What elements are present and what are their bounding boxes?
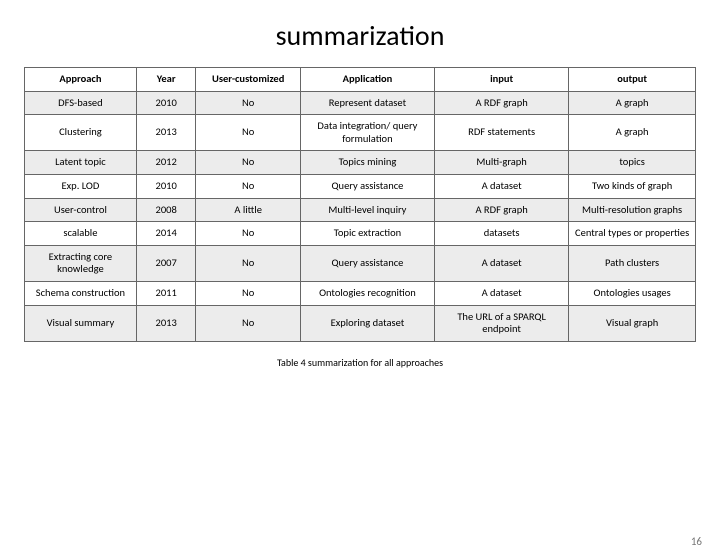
table-cell: Central types or properties xyxy=(569,222,696,246)
table-header-row: Approach Year User-customized Applicatio… xyxy=(25,68,696,92)
summarization-table: Approach Year User-customized Applicatio… xyxy=(24,67,696,342)
table-cell: A dataset xyxy=(435,245,569,281)
table-cell: Extracting core knowledge xyxy=(25,245,137,281)
table-cell: 2010 xyxy=(136,91,196,115)
table-container: Approach Year User-customized Applicatio… xyxy=(24,67,696,342)
header-application: Application xyxy=(300,68,434,92)
table-cell: No xyxy=(196,151,300,175)
table-cell: RDF statements xyxy=(435,115,569,151)
table-cell: 2008 xyxy=(136,198,196,222)
table-cell: No xyxy=(196,245,300,281)
page-number: 16 xyxy=(691,535,702,548)
table-cell: Visual summary xyxy=(25,305,137,341)
table-cell: The URL of a SPARQL endpoint xyxy=(435,305,569,341)
table-cell: No xyxy=(196,222,300,246)
table-caption: Table 4 summarization for all approaches xyxy=(0,356,720,369)
table-cell: A graph xyxy=(569,91,696,115)
table-cell: topics xyxy=(569,151,696,175)
table-cell: No xyxy=(196,305,300,341)
table-cell: 2012 xyxy=(136,151,196,175)
table-cell: Topics mining xyxy=(300,151,434,175)
header-approach: Approach xyxy=(25,68,137,92)
table-row: Visual summary2013NoExploring datasetThe… xyxy=(25,305,696,341)
table-cell: 2013 xyxy=(136,305,196,341)
table-row: Latent topic2012NoTopics miningMulti-gra… xyxy=(25,151,696,175)
table-cell: Ontologies recognition xyxy=(300,281,434,305)
table-cell: Ontologies usages xyxy=(569,281,696,305)
table-cell: Multi-resolution graphs xyxy=(569,198,696,222)
header-year: Year xyxy=(136,68,196,92)
table-cell: A RDF graph xyxy=(435,91,569,115)
table-cell: Represent dataset xyxy=(300,91,434,115)
table-cell: 2014 xyxy=(136,222,196,246)
table-cell: scalable xyxy=(25,222,137,246)
table-row: DFS-based2010NoRepresent datasetA RDF gr… xyxy=(25,91,696,115)
table-cell: Latent topic xyxy=(25,151,137,175)
table-cell: No xyxy=(196,91,300,115)
table-cell: Clustering xyxy=(25,115,137,151)
table-cell: datasets xyxy=(435,222,569,246)
table-cell: Data integration/ query formulation xyxy=(300,115,434,151)
table-cell: 2007 xyxy=(136,245,196,281)
table-row: Exp. LOD2010NoQuery assistanceA datasetT… xyxy=(25,174,696,198)
table-cell: Visual graph xyxy=(569,305,696,341)
table-cell: Exploring dataset xyxy=(300,305,434,341)
table-cell: A graph xyxy=(569,115,696,151)
header-input: input xyxy=(435,68,569,92)
table-cell: A dataset xyxy=(435,281,569,305)
table-cell: A little xyxy=(196,198,300,222)
header-output: output xyxy=(569,68,696,92)
page-title: summarization xyxy=(0,18,720,53)
table-cell: Query assistance xyxy=(300,174,434,198)
table-cell: User-control xyxy=(25,198,137,222)
table-row: Schema construction2011NoOntologies reco… xyxy=(25,281,696,305)
table-cell: A RDF graph xyxy=(435,198,569,222)
table-cell: A dataset xyxy=(435,174,569,198)
table-cell: Schema construction xyxy=(25,281,137,305)
table-cell: Query assistance xyxy=(300,245,434,281)
table-row: User-control2008A littleMulti-level inqu… xyxy=(25,198,696,222)
table-row: Extracting core knowledge2007NoQuery ass… xyxy=(25,245,696,281)
table-row: scalable2014NoTopic extractiondatasetsCe… xyxy=(25,222,696,246)
table-row: Clustering2013NoData integration/ query … xyxy=(25,115,696,151)
table-cell: Exp. LOD xyxy=(25,174,137,198)
table-cell: No xyxy=(196,174,300,198)
table-cell: No xyxy=(196,115,300,151)
table-cell: 2010 xyxy=(136,174,196,198)
table-body: DFS-based2010NoRepresent datasetA RDF gr… xyxy=(25,91,696,341)
table-cell: Multi-level inquiry xyxy=(300,198,434,222)
table-cell: DFS-based xyxy=(25,91,137,115)
header-user-customized: User-customized xyxy=(196,68,300,92)
table-cell: Two kinds of graph xyxy=(569,174,696,198)
table-cell: 2011 xyxy=(136,281,196,305)
table-cell: Path clusters xyxy=(569,245,696,281)
table-cell: No xyxy=(196,281,300,305)
table-cell: Multi-graph xyxy=(435,151,569,175)
table-cell: 2013 xyxy=(136,115,196,151)
table-cell: Topic extraction xyxy=(300,222,434,246)
